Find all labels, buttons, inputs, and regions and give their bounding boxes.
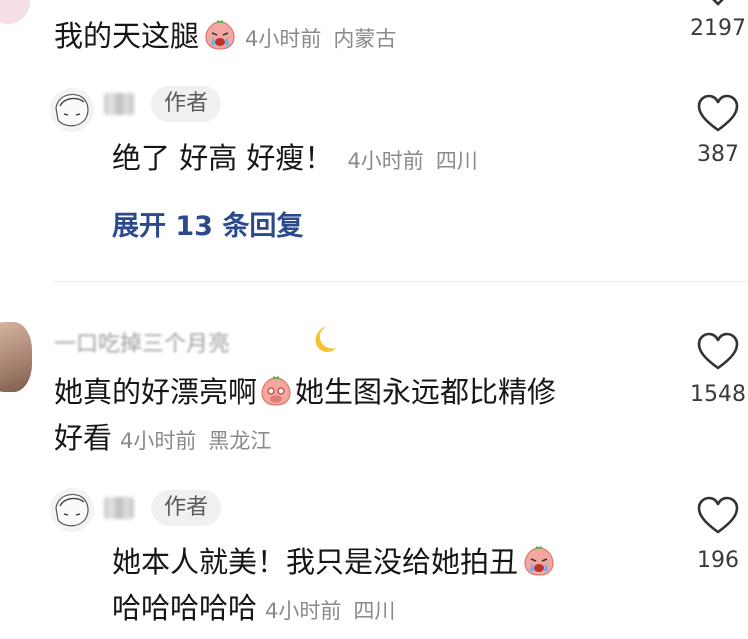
crescent-moon-icon bbox=[306, 322, 340, 360]
expand-replies-link[interactable]: 展开 13 条回复 bbox=[112, 204, 303, 243]
reply-body: 绝了 好高 好瘦！ bbox=[112, 141, 334, 175]
reply-meta: 4小时前 四川 bbox=[265, 599, 396, 623]
avatar[interactable] bbox=[0, 322, 32, 392]
heart-icon[interactable] bbox=[696, 0, 740, 16]
blurred-username bbox=[104, 497, 134, 519]
author-avatar[interactable] bbox=[50, 88, 94, 132]
author-avatar[interactable] bbox=[50, 488, 94, 532]
heart-icon[interactable] bbox=[696, 94, 740, 134]
comment-text: 我的天这腿 4小时前 内蒙古 bbox=[54, 16, 396, 62]
crying-peach-emoji bbox=[522, 544, 556, 588]
like-column: 1548 bbox=[683, 332, 748, 407]
reply-text: 她本人就美！我只是没给她拍丑 bbox=[112, 542, 556, 588]
author-name-row: 作者 bbox=[104, 86, 222, 122]
username: 一口吃掉三个月亮 bbox=[54, 332, 231, 357]
divider bbox=[54, 281, 748, 282]
like-column: 387 bbox=[683, 94, 748, 167]
author-badge: 作者 bbox=[151, 490, 222, 526]
reply-text: 绝了 好高 好瘦！ 4小时前 四川 bbox=[112, 138, 478, 181]
author-name-row: 作者 bbox=[104, 490, 222, 526]
like-count: 1548 bbox=[690, 382, 746, 407]
author-badge: 作者 bbox=[151, 86, 222, 122]
avatar[interactable] bbox=[0, 0, 30, 24]
reply-meta: 4小时前 四川 bbox=[347, 149, 478, 173]
comment-body: 我的天这腿 bbox=[54, 19, 200, 53]
comment-text-line2: 好看 4小时前 黑龙江 bbox=[54, 421, 272, 455]
like-count: 196 bbox=[697, 548, 739, 573]
comment-meta: 4小时前 黑龙江 bbox=[120, 429, 272, 453]
comment-meta: 4小时前 内蒙古 bbox=[245, 27, 397, 51]
shy-peach-emoji bbox=[259, 374, 293, 418]
heart-icon[interactable] bbox=[696, 496, 740, 536]
like-column: 2197 bbox=[683, 0, 748, 41]
like-count: 2197 bbox=[690, 16, 746, 41]
like-column: 196 bbox=[683, 496, 748, 573]
comment-text: 她真的好漂亮啊 她生图永远都比精修 bbox=[54, 372, 556, 418]
reply-text-line2: 哈哈哈哈哈 4小时前 四川 bbox=[112, 591, 396, 625]
crying-peach-emoji bbox=[203, 18, 237, 62]
like-count: 387 bbox=[697, 142, 739, 167]
blurred-username bbox=[104, 93, 134, 115]
heart-icon[interactable] bbox=[696, 332, 740, 372]
